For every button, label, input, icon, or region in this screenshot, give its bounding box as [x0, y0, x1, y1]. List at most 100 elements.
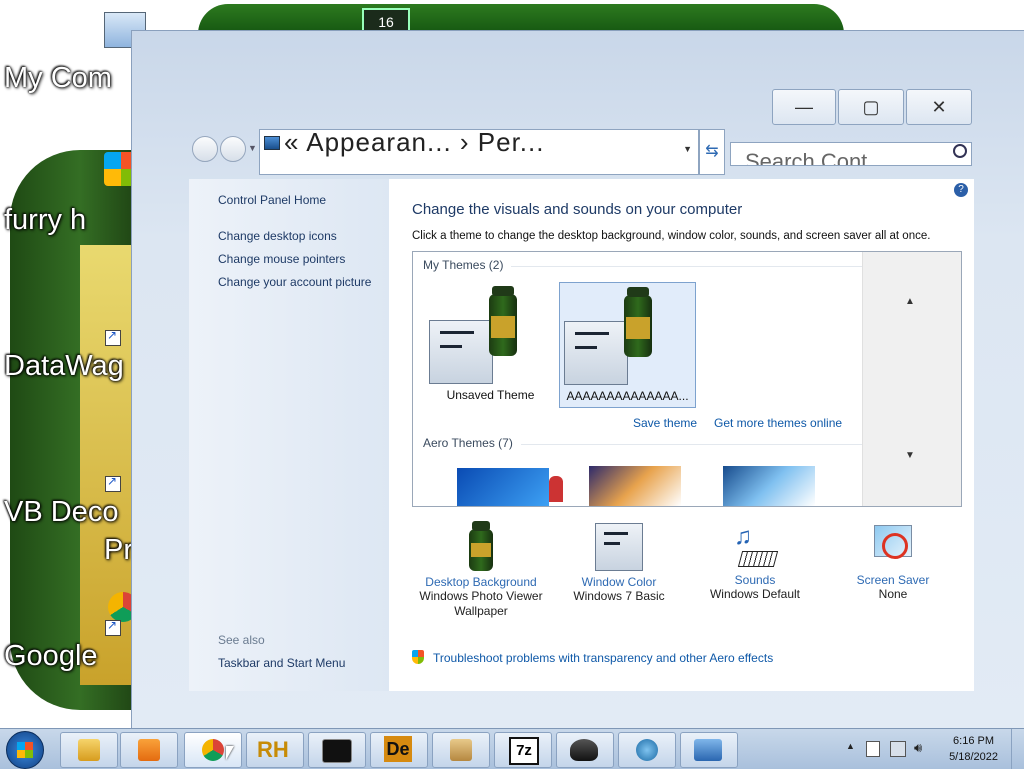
- windows-logo-icon: [17, 742, 33, 758]
- page-subtitle: Click a theme to change the desktop back…: [412, 230, 931, 242]
- sounds-value: Windows Default: [709, 587, 801, 601]
- taskbar-de[interactable]: De: [370, 732, 428, 768]
- screen-saver-value: None: [878, 587, 908, 601]
- address-bar[interactable]: « Appearan... › Per... ▼: [259, 127, 699, 175]
- maximize-button[interactable]: ▢: [838, 89, 904, 125]
- folder-icon: [78, 739, 100, 761]
- clock-time: 6:16 PM: [953, 735, 995, 747]
- theme-selected[interactable]: AAAAAAAAAAAAAA...: [559, 282, 696, 408]
- system-clock[interactable]: 6:16 PM 5/18/2022: [949, 733, 998, 765]
- taskbar: RH De 7z ▲ 🔊︎ 6:16 PM 5/18/2022: [0, 728, 1024, 769]
- aero-theme-characters[interactable]: [549, 476, 563, 502]
- aero-themes-heading: Aero Themes (7): [423, 436, 880, 450]
- shortcut-icon[interactable]: [105, 328, 121, 346]
- my-themes-heading: My Themes (2): [423, 258, 875, 272]
- main-content: ? Change the visuals and sounds on your …: [389, 179, 974, 691]
- aero-theme-architecture[interactable]: [589, 466, 681, 506]
- sounds-title[interactable]: Sounds: [685, 573, 825, 587]
- show-desktop-button[interactable]: [1011, 729, 1024, 769]
- taskbar-explorer[interactable]: [60, 732, 118, 768]
- desktop-background-value: Windows Photo Viewer Wallpaper: [419, 589, 543, 618]
- rh-icon: RH: [257, 737, 289, 762]
- address-text: « Appearan... › Per...: [284, 127, 545, 157]
- desktop-icon-label[interactable]: furry h: [4, 204, 86, 237]
- address-dropdown-icon[interactable]: ▼: [683, 144, 692, 154]
- refresh-button[interactable]: ⇆: [699, 129, 725, 175]
- wolf-icon: [570, 739, 598, 761]
- taskbar-7z[interactable]: 7z: [494, 732, 552, 768]
- screen-saver-icon: [870, 523, 916, 569]
- desktop-background-title[interactable]: Desktop Background: [411, 575, 551, 589]
- shortcut-icon[interactable]: [105, 474, 121, 492]
- sidebar-link-mouse-pointers[interactable]: Change mouse pointers: [218, 252, 345, 266]
- aero-theme-landscapes[interactable]: [723, 466, 815, 506]
- desktop-icon-label[interactable]: Pr: [104, 534, 133, 567]
- desktop-icon-label[interactable]: My Com: [4, 62, 112, 95]
- search-icon[interactable]: [953, 144, 967, 158]
- theme-list[interactable]: My Themes (2) Unsaved Theme AAAAAAAAAAAA…: [412, 251, 962, 507]
- save-theme-link[interactable]: Save theme: [633, 416, 697, 430]
- mouse-cursor-icon: [226, 746, 234, 760]
- theme-window-preview-icon: [429, 320, 493, 384]
- sidebar-control-panel-home[interactable]: Control Panel Home: [218, 193, 326, 207]
- action-center-icon[interactable]: [866, 741, 880, 757]
- cmd-icon: [322, 739, 352, 763]
- scroll-down-icon[interactable]: ▼: [905, 450, 915, 461]
- shield-icon: [412, 650, 424, 664]
- taskbar-globe-phone[interactable]: [618, 732, 676, 768]
- minimize-button[interactable]: —: [772, 89, 836, 125]
- screen-saver-item[interactable]: Screen Saver None: [823, 523, 963, 602]
- volume-icon[interactable]: 🔊︎: [914, 740, 922, 756]
- desktop-background-icon: [469, 521, 493, 571]
- sounds-icon: ♫: [732, 523, 779, 569]
- taskbar-media-player[interactable]: [120, 732, 178, 768]
- clock-date: 5/18/2022: [949, 751, 998, 763]
- theme-unsaved[interactable]: Unsaved Theme: [423, 282, 558, 406]
- desktop-icon-label[interactable]: VB Deco: [4, 496, 118, 529]
- scroll-up-icon[interactable]: ▲: [905, 296, 915, 307]
- sidebar-link-desktop-icons[interactable]: Change desktop icons: [218, 229, 337, 243]
- control-panel-icon: [264, 136, 280, 150]
- theme-name: Unsaved Theme: [446, 388, 535, 402]
- aero-theme-windows[interactable]: [457, 468, 549, 506]
- sidebar-link-account-picture[interactable]: Change your account picture: [218, 275, 371, 289]
- back-button[interactable]: [192, 136, 218, 162]
- taskbar-package[interactable]: [432, 732, 490, 768]
- screen-saver-title[interactable]: Screen Saver: [823, 573, 963, 587]
- start-button[interactable]: [6, 731, 44, 769]
- show-hidden-icons-icon[interactable]: ▲: [846, 741, 855, 751]
- search-placeholder: Search Cont...: [745, 149, 886, 166]
- desktop-background-item[interactable]: Desktop Background Windows Photo Viewer …: [411, 521, 551, 619]
- desktop-icon-label[interactable]: DataWag: [4, 350, 124, 383]
- get-more-themes-link[interactable]: Get more themes online: [714, 416, 842, 430]
- theme-name: AAAAAAAAAAAAAA...: [566, 389, 689, 403]
- pill-bottle-icon: [624, 287, 652, 357]
- desktop-icon-label[interactable]: Google: [4, 640, 98, 673]
- package-icon: [450, 739, 472, 761]
- window-color-item[interactable]: Window Color Windows 7 Basic: [549, 523, 689, 604]
- globe-phone-icon: [636, 739, 658, 761]
- taskbar-rh[interactable]: RH: [246, 732, 304, 768]
- personalization-window: — ▢ ✕ ▼ « Appearan... › Per... ▼ ⇆ Searc…: [131, 30, 1024, 729]
- network-icon[interactable]: [890, 741, 906, 757]
- history-dropdown-icon[interactable]: ▼: [248, 143, 257, 153]
- search-input[interactable]: Search Cont...: [730, 142, 972, 166]
- help-icon[interactable]: ?: [954, 183, 968, 197]
- see-also-heading: See also: [218, 633, 265, 647]
- media-player-icon: [138, 739, 160, 761]
- window-color-title[interactable]: Window Color: [549, 575, 689, 589]
- theme-scrollbar[interactable]: ▲ ▼: [862, 252, 961, 506]
- sounds-item[interactable]: ♫ Sounds Windows Default: [685, 523, 825, 602]
- troubleshoot-link[interactable]: Troubleshoot problems with transparency …: [433, 651, 773, 665]
- close-button[interactable]: ✕: [906, 89, 972, 125]
- forward-button[interactable]: [220, 136, 246, 162]
- chrome-icon: [202, 739, 224, 761]
- pill-bottle-icon: [489, 286, 517, 356]
- taskbar-cmd[interactable]: [308, 732, 366, 768]
- window-color-icon: [595, 523, 643, 571]
- taskbar-wolf[interactable]: [556, 732, 614, 768]
- shortcut-icon[interactable]: [105, 618, 121, 636]
- sidebar-link-taskbar[interactable]: Taskbar and Start Menu: [218, 656, 345, 670]
- theme-window-preview-icon: [564, 321, 628, 385]
- taskbar-control-panel[interactable]: [680, 732, 738, 768]
